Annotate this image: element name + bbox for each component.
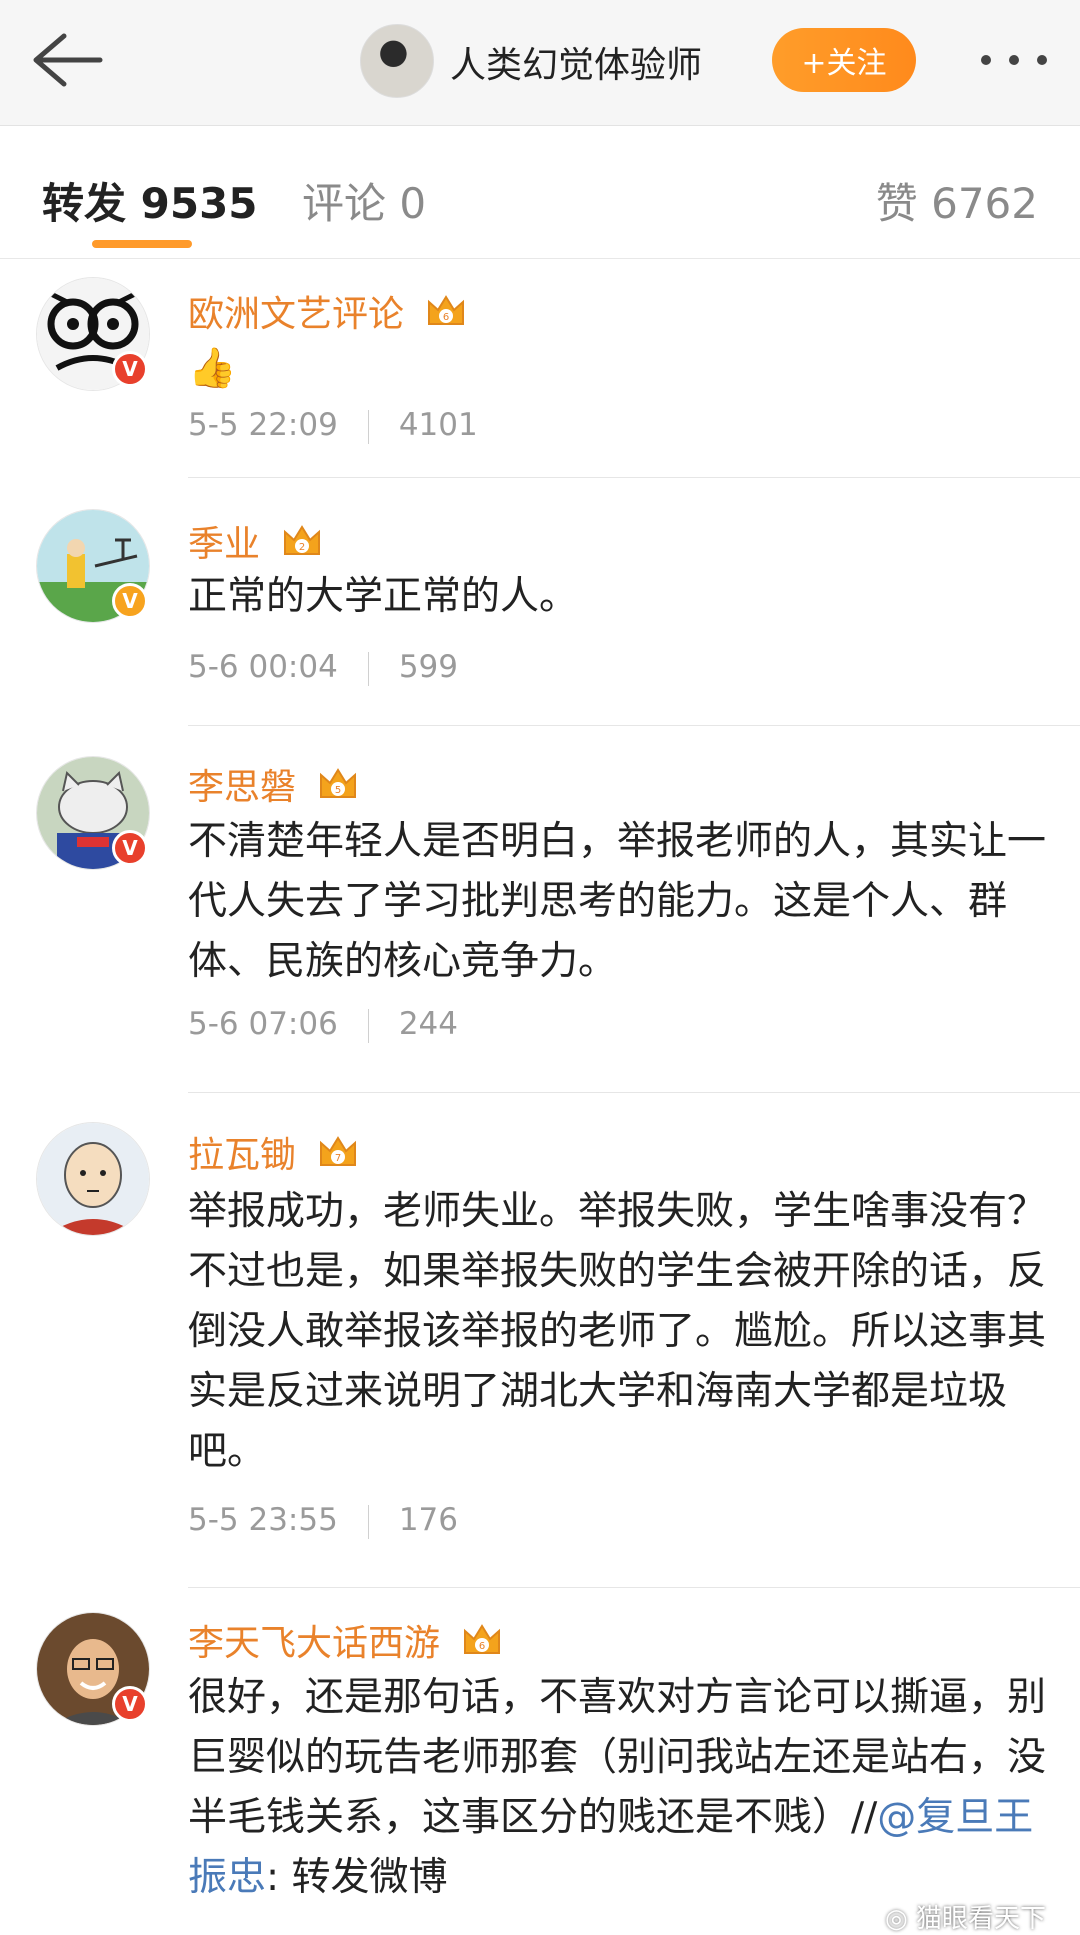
username-text: 李天飞大话西游 (188, 1623, 441, 1664)
follow-button[interactable]: +关注 (772, 28, 916, 92)
username-text: 李思磐 (188, 767, 297, 808)
repost-content: 不清楚年轻人是否明白，举报老师的人，其实让一代人失去了学习批判思考的能力。这是个… (188, 819, 1047, 984)
member-crown-icon: 5 (317, 765, 359, 814)
username[interactable]: 欧洲文艺评论 6 (188, 285, 467, 341)
member-crown-icon: 7 (317, 1133, 359, 1182)
list-item[interactable]: 拉瓦锄 7 举报成功，老师失业。举报失败，学生啥事没有？不过也是，如果举报失败的… (0, 1102, 1080, 1592)
meta-divider (367, 651, 369, 686)
list-item[interactable]: V 欧洲文艺评论 6 👍 5-5 22:09 4101 (0, 259, 1080, 479)
header-title: 人类幻觉体验师 (450, 45, 703, 86)
like-count[interactable]: 244 (399, 1006, 458, 1042)
meta-divider (367, 1504, 369, 1539)
repost-meta: 5-6 00:04 599 (188, 649, 458, 686)
list-item[interactable]: V 李天飞大话西游 6 很好，还是那句话，不喜欢对方言论可以撕逼，别巨婴似的玩告… (0, 1592, 1080, 1929)
svg-text:6: 6 (479, 1641, 485, 1652)
repost-content: 举报成功，老师失业。举报失败，学生啥事没有？不过也是，如果举报失败的学生会被开除… (188, 1189, 1047, 1474)
more-icon[interactable] (976, 40, 1052, 80)
repost-content: 👍 (188, 346, 237, 391)
header-avatar[interactable] (360, 24, 434, 98)
item-divider (188, 477, 1080, 478)
timestamp: 5-6 07:06 (188, 1006, 338, 1042)
repost-content: 正常的大学正常的人。 (188, 574, 579, 619)
verified-badge-icon: V (112, 583, 148, 619)
tab-repost[interactable]: 转发 9535 (42, 170, 258, 231)
username[interactable]: 李思磐 5 (188, 758, 359, 814)
verified-badge-icon: V (112, 351, 148, 387)
username-text: 季业 (188, 524, 261, 565)
username[interactable]: 拉瓦锄 7 (188, 1126, 359, 1182)
watermark: ◎ 猫眼看天下 (885, 1898, 1046, 1935)
username-text: 拉瓦锄 (188, 1135, 297, 1176)
svg-text:5: 5 (335, 785, 341, 796)
active-tab-indicator (92, 240, 192, 248)
username-text: 欧洲文艺评论 (188, 294, 405, 335)
like-count[interactable]: 599 (399, 649, 458, 685)
repost-text-tail: : 转发微博 (266, 1855, 448, 1900)
item-divider (188, 1092, 1080, 1093)
member-crown-icon: 6 (425, 292, 467, 341)
timestamp: 5-5 22:09 (188, 407, 338, 443)
verified-badge-icon: V (112, 1686, 148, 1722)
top-bar: 人类幻觉体验师 +关注 (0, 0, 1080, 126)
like-count[interactable]: 4101 (399, 407, 478, 443)
back-arrow-icon[interactable] (28, 30, 104, 90)
repost-meta: 5-6 07:06 244 (188, 1006, 458, 1043)
tab-comment[interactable]: 评论 0 (302, 170, 426, 231)
tab-bar: 转发 9535 评论 0 赞 6762 (0, 126, 1080, 259)
like-count[interactable]: 176 (399, 1502, 458, 1538)
avatar[interactable] (36, 1122, 150, 1236)
timestamp: 5-6 00:04 (188, 649, 338, 685)
meta-divider (367, 1008, 369, 1043)
wechat-icon: ◎ (885, 1904, 916, 1934)
item-divider (188, 1587, 1080, 1588)
list-item[interactable]: V 李思磐 5 不清楚年轻人是否明白，举报老师的人，其实让一代人失去了学习批判思… (0, 736, 1080, 1106)
repost-meta: 5-5 23:55 176 (188, 1502, 458, 1539)
svg-text:7: 7 (335, 1153, 341, 1164)
svg-text:6: 6 (443, 312, 449, 323)
member-crown-icon: 2 (281, 522, 323, 571)
list-item[interactable]: V 季业 2 正常的大学正常的人。 5-6 00:04 599 (0, 489, 1080, 729)
watermark-text: 猫眼看天下 (915, 1904, 1046, 1934)
username[interactable]: 季业 2 (188, 515, 323, 571)
repost-meta: 5-5 22:09 4101 (188, 407, 478, 444)
timestamp: 5-5 23:55 (188, 1502, 338, 1538)
member-crown-icon: 6 (461, 1621, 503, 1670)
meta-divider (367, 409, 369, 444)
item-divider (188, 725, 1080, 726)
verified-badge-icon: V (112, 830, 148, 866)
repost-content: 很好，还是那句话，不喜欢对方言论可以撕逼，别巨婴似的玩告老师那套（别问我站左还是… (188, 1668, 1048, 1908)
svg-text:2: 2 (299, 542, 305, 553)
tab-like[interactable]: 赞 6762 (876, 170, 1038, 231)
username[interactable]: 李天飞大话西游 6 (188, 1614, 503, 1670)
